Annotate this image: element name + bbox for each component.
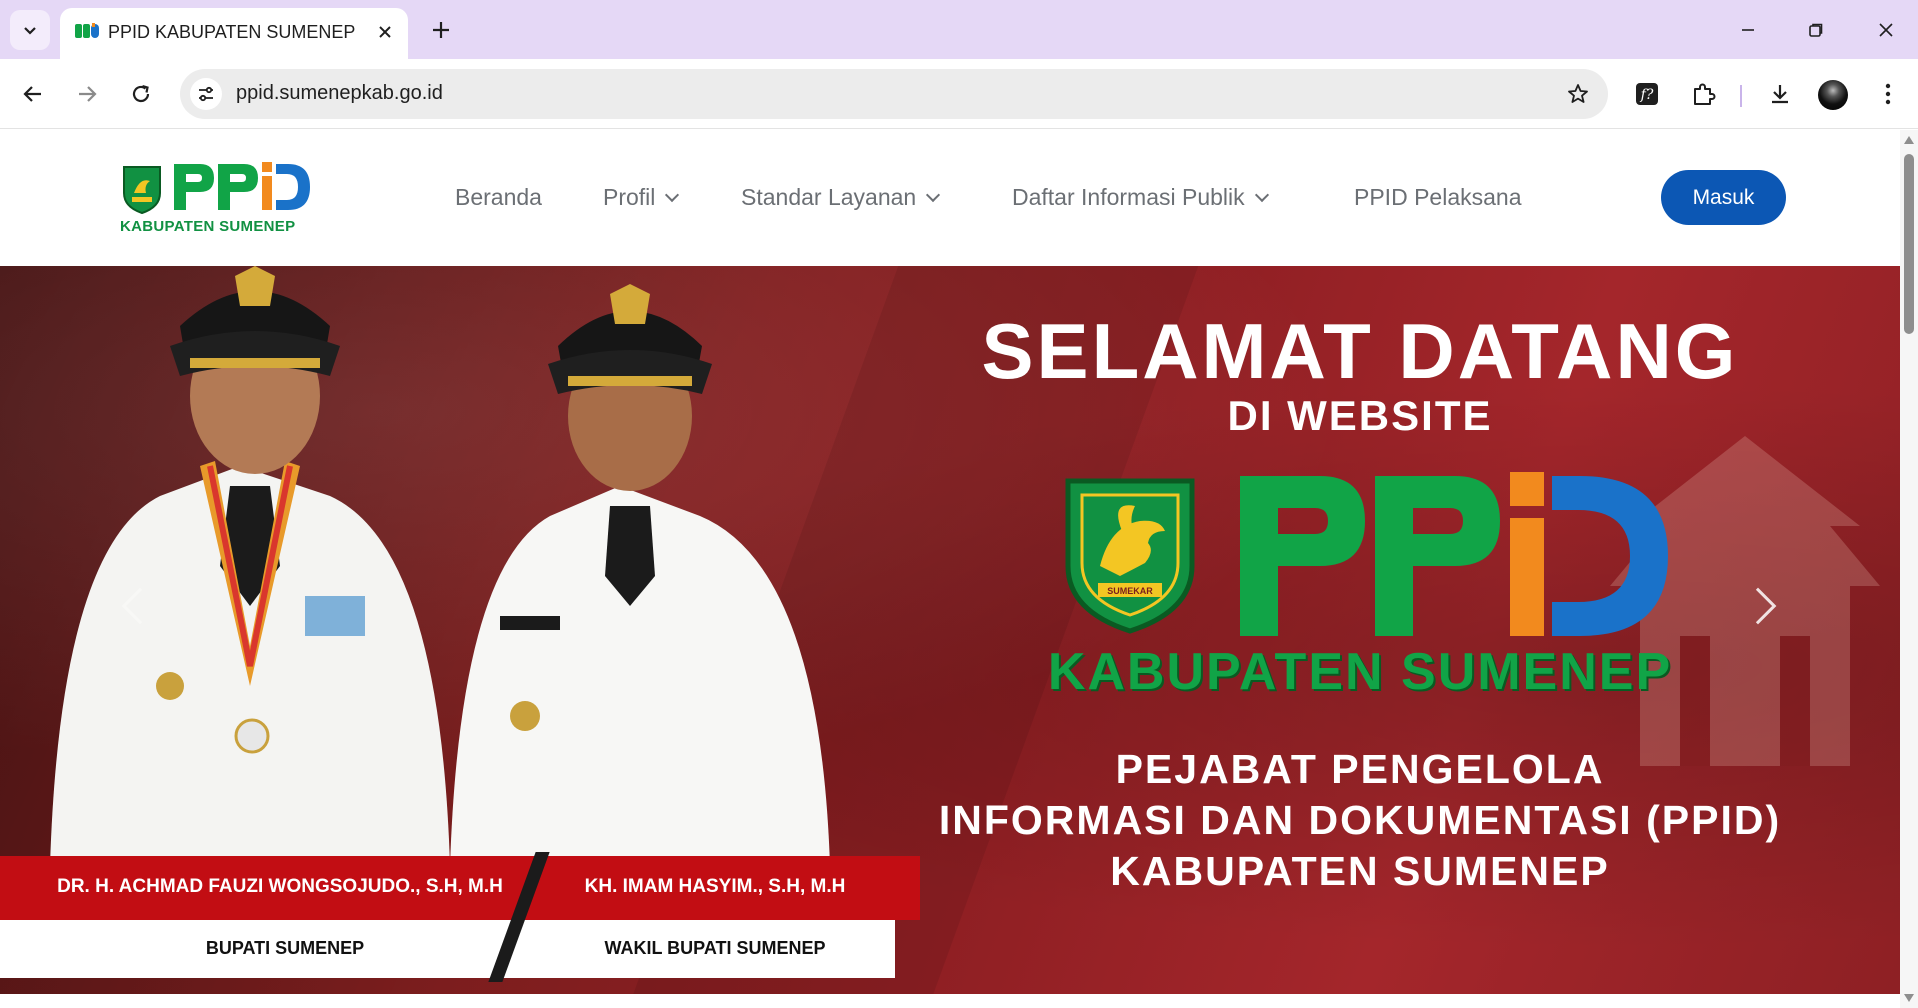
site-info-button[interactable] — [190, 78, 222, 110]
close-icon — [379, 26, 391, 38]
address-bar[interactable]: ppid.sumenepkab.go.id — [180, 69, 1608, 119]
chevron-right-icon — [1739, 587, 1777, 625]
reload-icon — [132, 84, 150, 103]
bupati-role: BUPATI SUMENEP — [205, 938, 365, 958]
nav-item-daftar-informasi-publik[interactable]: Daftar Informasi Publik — [1012, 184, 1269, 211]
hero-line-2: INFORMASI DAN DOKUMENTASI (PPID) — [938, 797, 1782, 843]
extensions-button[interactable] — [1683, 74, 1723, 114]
ppid-logo-icon — [174, 162, 310, 210]
menu-icon — [1885, 83, 1891, 105]
bookmark-button[interactable] — [1562, 78, 1594, 110]
logo-caption: KABUPATEN SUMENEP — [120, 218, 296, 235]
forward-button[interactable] — [67, 74, 107, 114]
bupati-name: DR. H. ACHMAD FAUZI WONGSOJUDO., S.H, M.… — [57, 876, 503, 897]
reload-button[interactable] — [121, 74, 161, 114]
close-window-button[interactable] — [1860, 8, 1912, 52]
close-icon — [1879, 23, 1893, 37]
browser-tab-active[interactable]: PPID KABUPATEN SUMENEP — [60, 8, 408, 59]
minimize-icon — [1742, 29, 1754, 31]
browser-tab-strip: PPID KABUPATEN SUMENEP — [0, 0, 1918, 59]
url-text: ppid.sumenepkab.go.id — [236, 82, 443, 104]
bookmark-star-icon — [1568, 84, 1588, 103]
chevron-down-icon — [926, 187, 941, 202]
wakil-bupati-name: KH. IMAM HASYIM., S.H, M.H — [584, 876, 846, 897]
emblem-ribbon: SUMEKAR — [1107, 586, 1153, 596]
browser-toolbar: ppid.sumenepkab.go.id f? — [0, 59, 1918, 129]
hero-line-3: KABUPATEN SUMENEP — [1110, 848, 1610, 894]
restore-icon — [1809, 23, 1823, 37]
tab-title: PPID KABUPATEN SUMENEP — [108, 22, 356, 42]
site-header: KABUPATEN SUMENEP Beranda Profil Standar… — [0, 130, 1900, 266]
nav-label: Standar Layanan — [741, 184, 917, 210]
chevron-down-icon — [1254, 187, 1269, 202]
scroll-down-arrow-icon[interactable] — [1904, 994, 1914, 1002]
download-icon — [1772, 85, 1788, 104]
formula-extension-button[interactable]: f? — [1627, 74, 1667, 114]
page-scrollbar[interactable] — [1900, 130, 1918, 1008]
nav-label: Beranda — [455, 184, 542, 210]
profile-avatar[interactable] — [1818, 80, 1848, 110]
wakil-bupati-portrait — [450, 284, 830, 866]
downloads-button[interactable] — [1760, 74, 1800, 114]
carousel-next-button[interactable] — [1738, 576, 1778, 636]
restore-button[interactable] — [1790, 8, 1842, 52]
site-info-icon — [199, 86, 213, 102]
plus-icon — [433, 22, 449, 38]
chevron-down-icon — [665, 187, 680, 202]
bupati-portrait — [50, 266, 450, 866]
nav-item-standar-layanan[interactable]: Standar Layanan — [741, 184, 941, 211]
chevron-down-icon — [24, 27, 36, 35]
forward-icon — [79, 86, 97, 102]
formula-extension-icon: f? — [1636, 83, 1658, 105]
site-logo[interactable]: KABUPATEN SUMENEP — [120, 158, 320, 238]
hero-carousel: DR. H. ACHMAD FAUZI WONGSOJUDO., S.H, M.… — [0, 266, 1900, 994]
wakil-bupati-role: WAKIL BUPATI SUMENEP — [604, 938, 826, 958]
new-tab-button[interactable] — [423, 12, 459, 48]
ppid-favicon-icon — [75, 23, 99, 38]
browser-menu-button[interactable] — [1868, 74, 1908, 114]
tab-close-button[interactable] — [371, 18, 399, 46]
hero-region: KABUPATEN SUMENEP — [1047, 643, 1673, 701]
back-icon — [23, 86, 41, 102]
login-button[interactable]: Masuk — [1661, 170, 1786, 225]
chevron-left-icon — [121, 587, 159, 625]
tab-search-button[interactable] — [10, 10, 50, 50]
nav-label: PPID Pelaksana — [1354, 184, 1522, 210]
scrollbar-thumb[interactable] — [1904, 154, 1914, 334]
regency-emblem-icon — [123, 166, 161, 215]
hero-title: SELAMAT DATANG — [981, 307, 1739, 395]
nav-item-beranda[interactable]: Beranda — [455, 184, 542, 211]
minimize-button[interactable] — [1722, 8, 1774, 52]
nav-label: Daftar Informasi Publik — [1012, 184, 1245, 210]
nav-item-ppid-pelaksana[interactable]: PPID Pelaksana — [1354, 184, 1521, 211]
scroll-up-arrow-icon[interactable] — [1904, 136, 1914, 144]
hero-line-1: PEJABAT PENGELOLA — [1115, 746, 1605, 792]
hero-subtitle: DI WEBSITE — [1227, 392, 1493, 439]
back-button[interactable] — [13, 74, 53, 114]
nav-item-profil[interactable]: Profil — [603, 184, 680, 211]
nav-label: Profil — [603, 184, 656, 210]
carousel-prev-button[interactable] — [120, 576, 160, 636]
toolbar-separator — [1740, 85, 1742, 107]
web-page: KABUPATEN SUMENEP Beranda Profil Standar… — [0, 130, 1900, 1008]
ppid-hero-logo-icon — [1240, 472, 1668, 636]
svg-text:f?: f? — [1640, 87, 1654, 103]
extensions-icon — [1694, 83, 1716, 105]
regency-emblem-icon: SUMEKAR — [1065, 478, 1195, 634]
